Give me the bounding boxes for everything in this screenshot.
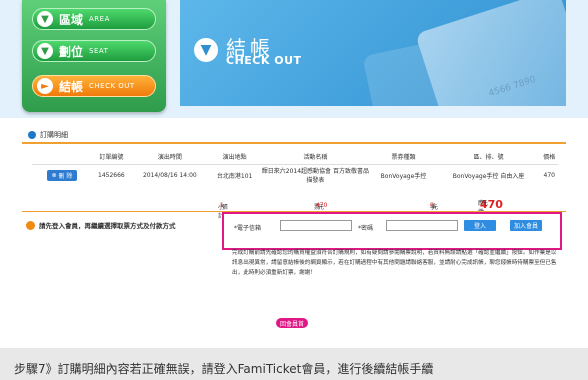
- email-label: *電子信箱: [234, 225, 262, 232]
- column-header: 訂單編號: [92, 150, 131, 165]
- subtotal: 小計 1 張: [218, 202, 228, 220]
- arrow-right-icon: ►: [37, 78, 53, 94]
- column-header: 區、排、號: [436, 150, 541, 165]
- table-header-row: 訂單編號 演出時間 演出地點 活動名稱 票券種類 區、排、號 價格: [32, 150, 558, 165]
- table-row: ⊗ 刪 除 1452666 2014/08/16 14:00 台北南港101 輝…: [32, 164, 558, 186]
- login-prompt: 請先登入會員，再繼續選擇取票方式及付款方式: [22, 218, 222, 232]
- banner-subtitle: CHECK OUT: [226, 54, 302, 67]
- order-section-title: 訂購明細: [40, 131, 68, 139]
- column-header: 價格: [540, 150, 558, 165]
- event-name: 輝日來六2014超感動協會 百方致敬書品描發表: [261, 168, 369, 185]
- password-label: *密碼: [358, 225, 374, 232]
- step-label: 結帳: [59, 79, 84, 94]
- order-section: 訂購明細 訂單編號 演出時間 演出地點 活動名稱 票券種類 區、排、號 價格 ⊗…: [22, 128, 566, 333]
- order-table: 訂單編號 演出時間 演出地點 活動名稱 票券種類 區、排、號 價格 ⊗ 刪 除 …: [32, 150, 558, 186]
- column-header: 票券種類: [370, 150, 437, 165]
- step-en-label: CHECK OUT: [89, 82, 135, 90]
- member-home-button[interactable]: 回會員首: [276, 318, 309, 328]
- delete-label: 刪 除: [58, 172, 73, 180]
- fee: 手續費0 元: [430, 202, 438, 229]
- seat-info: BonVoyage手控 自由入座: [452, 172, 525, 180]
- step-label: 劃位: [59, 44, 84, 59]
- arrow-down-icon: ▼: [37, 11, 53, 27]
- step-checkout[interactable]: ► 結帳 CHECK OUT: [32, 75, 156, 97]
- arrow-down-icon: ▼: [194, 38, 218, 62]
- price: 470: [543, 171, 555, 179]
- column-header: 演出地點: [208, 150, 261, 165]
- column-header: 活動名稱: [260, 150, 371, 165]
- subtotal-row: 小計 1 張 票價 470 元 手續費0 元 應繳總金額 470 元: [32, 198, 558, 243]
- steps-panel: ▼ 區域 AREA ▼ 劃位 SEAT ► 結帳 CHECK OUT: [22, 0, 166, 112]
- login-button[interactable]: 登入: [464, 220, 496, 231]
- order-id: 1452666: [98, 171, 125, 179]
- checkout-banner: 4566 7890 ▼ 結帳 CHECK OUT: [180, 0, 566, 106]
- notice-text: 完成訂購前請先確認您的購買權益須符合訂購規則，如有疑問請參閱購票說明，若資料無誤…: [232, 250, 557, 276]
- step-en-label: AREA: [89, 15, 110, 23]
- delete-button[interactable]: ⊗ 刪 除: [46, 169, 78, 181]
- step-en-label: SEAT: [89, 47, 109, 55]
- email-field[interactable]: [280, 220, 352, 231]
- step-label: 區域: [59, 12, 84, 27]
- step-area[interactable]: ▼ 區域 AREA: [32, 8, 156, 30]
- column-header-action: [32, 150, 92, 165]
- caption-text: 步驟7》訂購明細內容若正確無誤，請登入FamiTicket會員，進行後續結帳手續: [14, 362, 434, 376]
- ticket-type: BonVoyage手控: [380, 172, 427, 180]
- column-header: 演出時間: [130, 150, 209, 165]
- ticket-total: 票價 470 元: [314, 202, 328, 220]
- password-field[interactable]: [386, 220, 458, 231]
- login-form: *電子信箱 *密碼 登入 加入會員: [222, 212, 562, 250]
- bullet-icon: [28, 131, 36, 139]
- join-member-button[interactable]: 加入會員: [510, 220, 542, 231]
- caption-bar: 步驟7》訂購明細內容若正確無誤，請登入FamiTicket會員，進行後續結帳手續: [0, 348, 588, 380]
- event-venue: 台北南港101: [216, 172, 253, 180]
- grand-total: 應繳總金額 470 元: [478, 198, 503, 243]
- close-icon: ⊗: [51, 171, 59, 179]
- step-seat[interactable]: ▼ 劃位 SEAT: [32, 40, 156, 62]
- event-time: 2014/08/16 14:00: [142, 171, 197, 179]
- top-banner-area: ▼ 區域 AREA ▼ 劃位 SEAT ► 結帳 CHECK OUT 4566 …: [0, 0, 588, 118]
- arrow-right-icon: [26, 220, 35, 230]
- order-header: 訂購明細: [22, 128, 566, 144]
- arrow-down-icon: ▼: [37, 43, 53, 59]
